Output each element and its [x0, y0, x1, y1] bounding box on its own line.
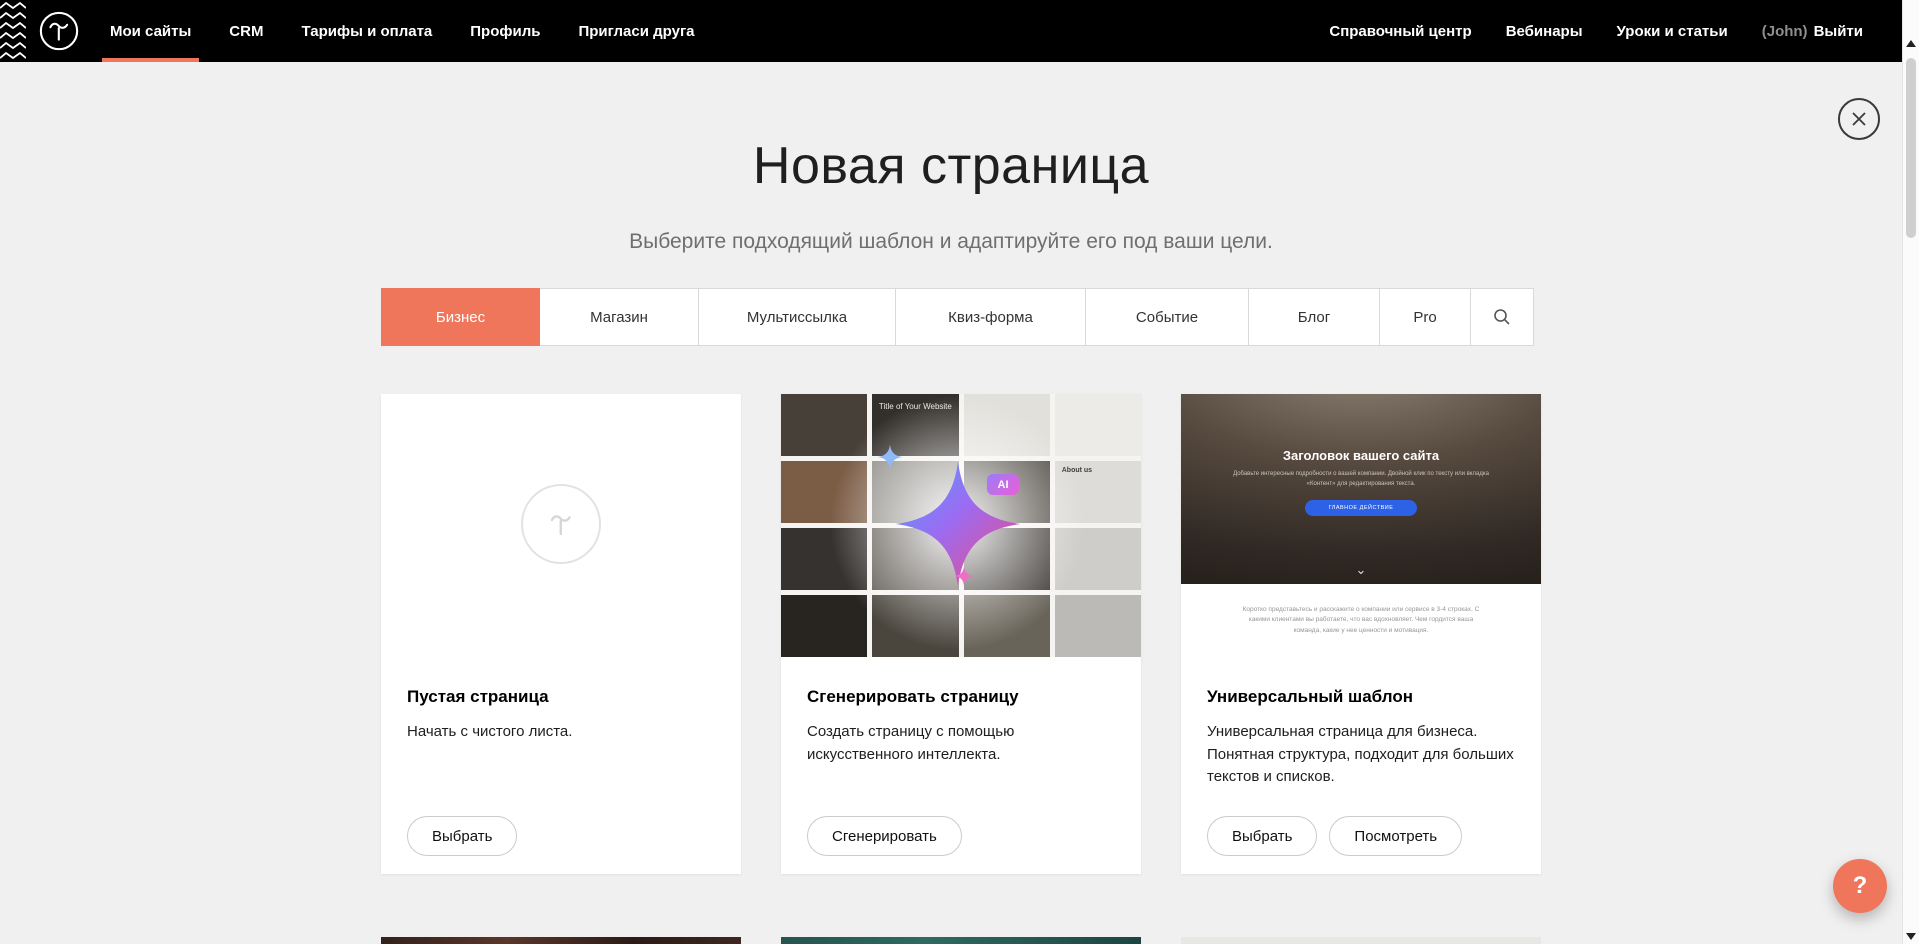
view-universal-button[interactable]: Посмотреть [1329, 816, 1462, 856]
preview-subtext: Добавьте интересные подробности о вашей … [1232, 470, 1490, 489]
preview-heading: Заголовок вашего сайта [1181, 394, 1541, 463]
user-name: (John) [1762, 23, 1808, 40]
card-description: Универсальная страница для бизнеса. Поня… [1207, 721, 1515, 789]
nav-item-invite-friend[interactable]: Пригласи друга [578, 0, 694, 62]
help-button[interactable]: ? [1833, 859, 1887, 913]
card-title: Универсальный шаблон [1207, 687, 1515, 707]
search-icon [1493, 308, 1511, 326]
template-card-universal: Заголовок вашего сайта Добавьте интересн… [1181, 394, 1541, 874]
generate-button[interactable]: Сгенерировать [807, 816, 962, 856]
card-title: Сгенерировать страницу [807, 687, 1115, 707]
choose-universal-button[interactable]: Выбрать [1207, 816, 1317, 856]
blank-card-body: Пустая страница Начать с чистого листа. … [381, 657, 741, 874]
tab-event[interactable]: Событие [1085, 288, 1249, 346]
scrollbar-down-arrow[interactable] [1906, 933, 1916, 940]
vertical-scrollbar[interactable] [1902, 0, 1919, 944]
blank-card-preview [381, 394, 741, 657]
tab-pro[interactable]: Pro [1379, 288, 1471, 346]
navbar-right-menu: Справочный центр Вебинары Уроки и статьи… [1329, 0, 1863, 62]
preview-text-block: Коротко представьтесь и расскажите о ком… [1181, 584, 1541, 657]
zigzag-pattern-icon [0, 0, 26, 62]
navbar-left-menu: Мои сайты CRM Тарифы и оплата Профиль Пр… [110, 0, 695, 62]
nav-item-profile[interactable]: Профиль [470, 0, 540, 62]
card-title: Пустая страница [407, 687, 715, 707]
close-button[interactable] [1838, 98, 1880, 140]
template-card-generate: Title of Your Website About us [781, 394, 1141, 874]
ai-badge: AI [987, 474, 1019, 495]
generate-card-preview: Title of Your Website About us [781, 394, 1141, 657]
page-subtitle: Выберите подходящий шаблон и адаптируйте… [0, 230, 1902, 254]
generate-card-body: Сгенерировать страницу Создать страницу … [781, 657, 1141, 874]
tab-multilink[interactable]: Мультиссылка [698, 288, 896, 346]
next-row-card-preview [781, 937, 1141, 944]
ai-small-star2-icon [954, 566, 974, 586]
preview-cta-button: ГЛАВНОЕ ДЕЙСТВИЕ [1305, 500, 1417, 516]
tab-quiz-form[interactable]: Квиз-форма [895, 288, 1086, 346]
close-icon [1851, 111, 1867, 127]
card-description: Начать с чистого листа. [407, 721, 715, 744]
nav-item-tariffs[interactable]: Тарифы и оплата [301, 0, 432, 62]
nav-item-lessons[interactable]: Уроки и статьи [1617, 23, 1728, 40]
scrollbar-up-arrow[interactable] [1906, 40, 1916, 47]
universal-card-body: Универсальный шаблон Универсальная стран… [1181, 657, 1541, 874]
nav-item-my-sites[interactable]: Мои сайты [110, 0, 191, 62]
tab-business[interactable]: Бизнес [381, 288, 540, 346]
tab-blog[interactable]: Блог [1248, 288, 1380, 346]
preview-body-text: Коротко представьтесь и расскажите о ком… [1239, 605, 1483, 636]
template-card-blank: Пустая страница Начать с чистого листа. … [381, 394, 741, 874]
scrollbar-thumb[interactable] [1906, 58, 1916, 238]
preview-cover: Заголовок вашего сайта Добавьте интересн… [1181, 394, 1541, 584]
next-row-card-preview [381, 937, 741, 944]
choose-blank-button[interactable]: Выбрать [407, 816, 517, 856]
tilda-watermark-icon [521, 484, 601, 564]
logout-label: Выйти [1814, 23, 1863, 40]
universal-card-preview: Заголовок вашего сайта Добавьте интересн… [1181, 394, 1541, 657]
chevron-down-icon: ⌄ [1181, 562, 1541, 578]
card-description: Создать страницу с помощью искусственног… [807, 721, 1115, 766]
nav-item-help-center[interactable]: Справочный центр [1329, 23, 1471, 40]
tilda-logo[interactable] [38, 10, 80, 52]
next-row-card-preview [1181, 937, 1541, 944]
tab-search[interactable] [1470, 288, 1534, 346]
top-navbar: Мои сайты CRM Тарифы и оплата Профиль Пр… [0, 0, 1919, 62]
nav-item-webinars[interactable]: Вебинары [1506, 23, 1583, 40]
page-title: Новая страница [0, 136, 1902, 196]
tab-store[interactable]: Магазин [539, 288, 699, 346]
nav-item-crm[interactable]: CRM [229, 0, 263, 62]
nav-item-logout[interactable]: (John) Выйти [1762, 23, 1863, 40]
template-category-tabs: Бизнес Магазин Мультиссылка Квиз-форма С… [381, 288, 1534, 346]
